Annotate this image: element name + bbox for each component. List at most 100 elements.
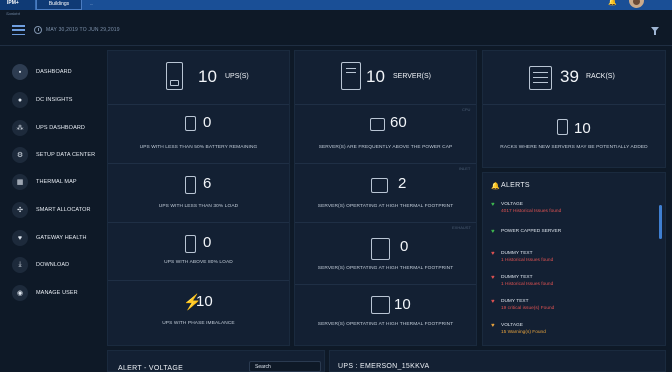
- alert-detail: 1 Historical Issues found: [501, 282, 554, 287]
- ups-low-load-caption: UPS WITH LESS THAN 30% LOAD: [158, 204, 239, 209]
- sidebar-item-thermal-map[interactable]: ▦ THERMAL MAP: [12, 173, 102, 191]
- rack-addable-caption: RACKS WHERE NEW SERVERS MAY BE POTENTIAL…: [500, 145, 648, 150]
- sidebar-item-ups-dashboard[interactable]: ⁂ UPS DASHBOARD: [12, 119, 102, 137]
- sidebar-item-label: THERMAL MAP: [36, 179, 77, 185]
- alert-voltage-title: ALERT - VOLTAGE: [118, 365, 184, 372]
- ups-low-battery-caption: UPS WITH LESS THAN 50% BATTERY REMAINING: [139, 145, 258, 150]
- sidebar-item-label: DASHBOARD: [36, 69, 72, 75]
- ups-high-load-caption: UPS WITH ABOVE 80% LOAD: [164, 260, 233, 265]
- alert-name: POWER CAPPED SERVER: [501, 229, 562, 234]
- filter-icon[interactable]: [651, 27, 659, 35]
- alert-detail: 19 critical issue(s) Found: [501, 306, 555, 311]
- brand-subtitle: Sunbird: [6, 11, 20, 16]
- inlet-tag: INLET: [459, 166, 471, 171]
- divider: [108, 280, 289, 281]
- divider: [295, 222, 476, 223]
- server-high-thermal-value: 10: [394, 296, 411, 313]
- sidebar-item-label: GATEWAY HEALTH: [36, 235, 87, 241]
- sidebar-item-setup-data-center[interactable]: ⚙ SETUP DATA CENTER: [12, 146, 102, 164]
- tab-buildings-label: Buildings: [48, 1, 70, 7]
- heart-icon: ♥: [491, 251, 495, 257]
- sidebar-item-dc-insights[interactable]: ● DC INSIGHTS: [12, 91, 102, 109]
- sidebar-item-download[interactable]: ⤓ DOWNLOAD: [12, 256, 102, 274]
- network-icon: ✣: [12, 202, 28, 218]
- rack-total-label: RACK(S): [586, 73, 615, 80]
- alert-detail: 4017 Historical Issues found: [501, 209, 562, 214]
- brand-name: IPM+: [7, 0, 19, 6]
- server-network-icon: [371, 296, 390, 314]
- sidebar-item-label: MANAGE USER: [36, 290, 78, 296]
- sidebar-item-smart-allocator[interactable]: ✣ SMART ALLOCATOR: [12, 201, 102, 219]
- rack-slot-line: [533, 82, 548, 84]
- ups-total-label: UPS(S): [225, 73, 249, 80]
- sidebar-item-manage-user[interactable]: ◉ MANAGE USER: [12, 284, 102, 302]
- user-icon: ◉: [12, 285, 28, 301]
- server-exhaust-value: 0: [400, 238, 409, 255]
- rack-slot-line: [533, 72, 548, 74]
- ups-phase-imbalance-value: 10: [196, 293, 213, 310]
- server-high-thermal-caption: SERVER(S) OPERTATING AT HIGH THERMAL FOO…: [317, 322, 454, 327]
- sidebar-item-label: DOWNLOAD: [36, 262, 70, 268]
- alert-detail: 1 Historical Issues found: [501, 258, 554, 263]
- search-input[interactable]: Search: [249, 361, 321, 372]
- heart-icon: ♥: [491, 299, 495, 305]
- tab-buildings[interactable]: Buildings: [36, 0, 82, 10]
- server-inlet-value: 2: [398, 175, 407, 192]
- sidebar-item-label: DC INSIGHTS: [36, 97, 73, 103]
- brand-logo[interactable]: IPM+: [0, 0, 36, 10]
- map-icon: ▦: [12, 174, 28, 190]
- clock-icon: [34, 26, 42, 34]
- sidebar-item-label: UPS DASHBOARD: [36, 125, 85, 131]
- divider: [295, 104, 476, 105]
- hierarchy-icon: ⁂: [12, 120, 28, 136]
- rack-add-icon: [557, 119, 568, 135]
- heart-icon: ♥: [491, 323, 495, 329]
- rack-total-value: 39: [560, 67, 579, 86]
- heart-icon: ♥: [491, 202, 495, 208]
- server-total-value: 10: [366, 67, 385, 86]
- server-thermal-icon: [371, 178, 388, 193]
- grid-icon: ▪: [12, 64, 28, 80]
- ups-low-battery-value: 0: [203, 114, 212, 131]
- server-inlet-caption: SERVER(S) OPERTATING AT HIGH THERMAL FOO…: [317, 204, 454, 209]
- alert-name: DUMMY TEXT: [501, 251, 533, 256]
- exhaust-tag: EXHAUST: [452, 225, 471, 230]
- ups-battery-icon: [170, 80, 179, 86]
- server-power-cap-value: 60: [390, 114, 407, 131]
- ups-low-load-value: 6: [203, 175, 212, 192]
- gear-icon: ⚙: [12, 147, 28, 163]
- avatar-head: [633, 0, 640, 5]
- alert-name: VOLTAGE: [501, 323, 523, 328]
- ups-high-load-value: 0: [203, 234, 212, 251]
- sidebar: ▪ DASHBOARD ● DC INSIGHTS ⁂ UPS DASHBOAR…: [0, 46, 104, 372]
- heart-icon: ♥: [12, 230, 28, 246]
- ups-load-icon: [185, 176, 196, 194]
- divider: [108, 104, 289, 105]
- ups-detail-title: UPS : EMERSON_15KKVA: [338, 363, 430, 370]
- alert-detail: 15 Warning(s) Found: [501, 330, 546, 335]
- server-stack-icon: [370, 118, 385, 131]
- server-total-label: SERVER(S): [393, 73, 431, 80]
- date-range[interactable]: MAY 30,2019 TO JUN 29,2019: [46, 27, 120, 33]
- sidebar-item-label: SETUP DATA CENTER: [36, 152, 96, 158]
- download-icon: ⤓: [12, 257, 28, 273]
- sidebar-item-dashboard[interactable]: ▪ DASHBOARD: [12, 63, 102, 81]
- alerts-panel: 🔔 ALERTS ♥ VOLTAGE 4017 Historical Issue…: [482, 172, 666, 346]
- menu-toggle-icon[interactable]: [12, 25, 25, 36]
- alerts-scrollbar[interactable]: [659, 205, 662, 239]
- server-slot-line: [346, 68, 356, 69]
- ups-phase-imbalance-caption: UPS WITH PHASE IMBALANCE: [162, 321, 235, 326]
- server-slot-line: [346, 72, 356, 73]
- divider: [295, 163, 476, 164]
- alerts-title: ALERTS: [501, 182, 530, 189]
- sidebar-item-gateway-health[interactable]: ♥ GATEWAY HEALTH: [12, 229, 102, 247]
- ups-high-load-icon: [185, 235, 196, 253]
- notification-bell-icon[interactable]: 🔔: [608, 0, 617, 6]
- rack-slot-line: [533, 77, 548, 79]
- heart-icon: ♥: [491, 229, 495, 235]
- ups-total-value: 10: [198, 67, 217, 86]
- cpu-tag: CPU: [462, 107, 471, 112]
- top-bar: [0, 0, 672, 10]
- server-exhaust-icon: [371, 238, 390, 260]
- server-device-icon: [341, 62, 361, 90]
